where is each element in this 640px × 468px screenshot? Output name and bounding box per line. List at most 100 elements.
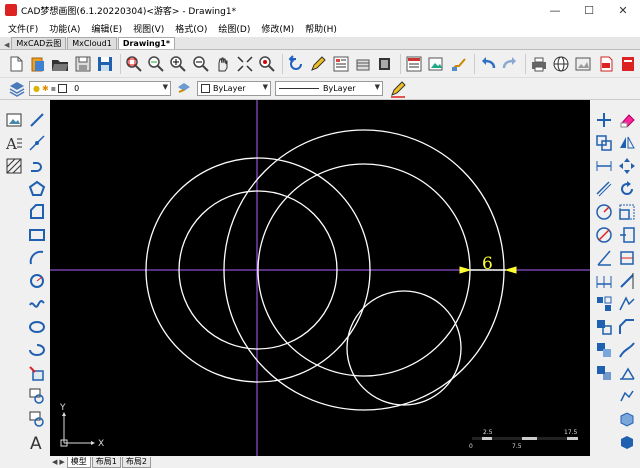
array-icon[interactable] (593, 294, 615, 314)
minimize-button[interactable]: — (538, 0, 572, 20)
tab-mxcad-cloud[interactable]: MxCAD云图 (11, 37, 67, 49)
undo-icon[interactable] (478, 53, 498, 74)
scale-icon[interactable] (616, 202, 638, 222)
menu-function[interactable]: 功能(A) (49, 22, 80, 35)
zoom-window-icon[interactable] (124, 53, 144, 74)
stretch-icon[interactable] (616, 225, 638, 245)
menu-help[interactable]: 帮助(H) (305, 22, 337, 35)
polyline-icon[interactable] (26, 156, 48, 176)
spline-icon[interactable] (26, 294, 48, 314)
layout-scroll-left-icon[interactable]: ◀ (52, 458, 57, 466)
new-file-icon[interactable] (6, 53, 26, 74)
zoom-out-icon[interactable] (190, 53, 210, 74)
move-arrows-icon[interactable] (593, 110, 615, 130)
ellipse-icon[interactable] (26, 317, 48, 337)
extend-icon[interactable] (616, 271, 638, 291)
tab-layout1[interactable]: 布局1 (91, 456, 121, 468)
polygon-icon[interactable] (26, 179, 48, 199)
copy-icon[interactable] (593, 133, 615, 153)
menu-edit[interactable]: 编辑(E) (91, 22, 122, 35)
dimension-angular-icon[interactable] (593, 248, 615, 268)
zoom-previous-icon[interactable] (257, 53, 277, 74)
redo-icon[interactable] (500, 53, 520, 74)
ellipse-arc-icon[interactable] (26, 340, 48, 360)
zoom-in-icon[interactable] (168, 53, 188, 74)
map-icon[interactable] (573, 53, 593, 74)
pdf-export-icon[interactable] (596, 53, 616, 74)
arc-icon[interactable] (26, 248, 48, 268)
open-cloud-icon[interactable] (28, 53, 48, 74)
dimension-continue-icon[interactable] (593, 271, 615, 291)
layer-previous-icon[interactable] (175, 78, 193, 99)
layer-manager-icon[interactable] (6, 78, 27, 99)
dimension-diameter-icon[interactable] (593, 225, 615, 245)
rectangle-icon[interactable] (26, 225, 48, 245)
properties-3d-icon[interactable] (616, 409, 638, 429)
circle-small[interactable] (346, 290, 462, 406)
pdf-icon[interactable] (618, 53, 638, 74)
dimension-linear-icon[interactable] (593, 156, 615, 176)
layer-dropdown[interactable]: ● ✱ ▪ 0 ▼ (29, 81, 171, 96)
block-icon[interactable] (353, 53, 373, 74)
shape-icon[interactable] (26, 202, 48, 222)
hatch-icon[interactable] (3, 156, 25, 176)
erase-icon[interactable] (616, 110, 638, 130)
trim-icon[interactable] (616, 248, 638, 268)
region-icon[interactable] (616, 432, 638, 452)
pan-hand-icon[interactable] (213, 53, 233, 74)
insert-image-icon[interactable] (426, 53, 446, 74)
explode-icon[interactable] (616, 340, 638, 360)
rotate-icon[interactable] (616, 179, 638, 199)
fillet-icon[interactable] (593, 340, 615, 360)
single-text-icon[interactable]: A (26, 432, 48, 452)
color-dropdown[interactable]: ByLayer ▼ (197, 81, 271, 96)
mirror-icon[interactable] (616, 133, 638, 153)
maximize-button[interactable]: ☐ (572, 0, 606, 20)
tab-drawing1[interactable]: Drawing1* (117, 37, 176, 49)
print-icon[interactable] (529, 53, 549, 74)
lengthen-icon[interactable] (616, 363, 638, 383)
chamfer-icon[interactable] (616, 317, 638, 337)
insert-block-icon[interactable] (26, 363, 48, 383)
tab-mxcloud1[interactable]: MxCloud1 (67, 37, 117, 49)
drawing-info-icon[interactable] (404, 53, 424, 74)
menu-file[interactable]: 文件(F) (8, 22, 38, 35)
web-globe-icon[interactable] (551, 53, 571, 74)
zoom-extents-icon[interactable] (235, 53, 255, 74)
offset-icon[interactable] (593, 317, 615, 337)
dimension-radius-icon[interactable] (593, 202, 615, 222)
open-folder-icon[interactable] (50, 53, 70, 74)
tab-model[interactable]: 模型 (66, 456, 91, 468)
menu-view[interactable]: 视图(V) (133, 22, 164, 35)
close-button[interactable]: ✕ (606, 0, 640, 20)
save-as-icon[interactable] (73, 53, 93, 74)
layer-state-icon[interactable] (375, 53, 395, 74)
tab-layout2[interactable]: 布局2 (121, 456, 151, 468)
join-icon[interactable] (593, 363, 615, 383)
zoom-scale-icon[interactable] (146, 53, 166, 74)
align-icon[interactable] (616, 386, 638, 406)
menu-format[interactable]: 格式(O) (175, 22, 207, 35)
linetype-pencil-icon[interactable] (387, 78, 408, 99)
pencil-edit-icon[interactable] (308, 53, 328, 74)
table-icon[interactable] (26, 409, 48, 429)
menu-draw[interactable]: 绘图(D) (218, 22, 250, 35)
linetype-dropdown[interactable]: ByLayer ▼ (275, 81, 383, 96)
line-icon[interactable] (26, 110, 48, 130)
circle-icon[interactable] (26, 271, 48, 291)
make-block-icon[interactable] (26, 386, 48, 406)
save-icon[interactable] (95, 53, 115, 74)
properties-icon[interactable] (331, 53, 351, 74)
move-icon[interactable] (616, 156, 638, 176)
undo-view-icon[interactable] (286, 53, 306, 74)
insert-picture-icon[interactable] (3, 110, 25, 130)
multiline-text-icon[interactable]: A (3, 133, 25, 153)
drawing-canvas[interactable]: 6 Y X 2.5 17.5 0 7.5 (50, 100, 590, 456)
break-icon[interactable] (616, 294, 638, 314)
dimension-aligned-icon[interactable] (593, 179, 615, 199)
xline-icon[interactable] (26, 133, 48, 153)
tab-scroll-left-icon[interactable]: ◀ (4, 41, 9, 49)
layout-scroll-right-icon[interactable]: ▶ (59, 458, 64, 466)
menu-modify[interactable]: 修改(M) (261, 22, 294, 35)
match-properties-icon[interactable] (448, 53, 468, 74)
